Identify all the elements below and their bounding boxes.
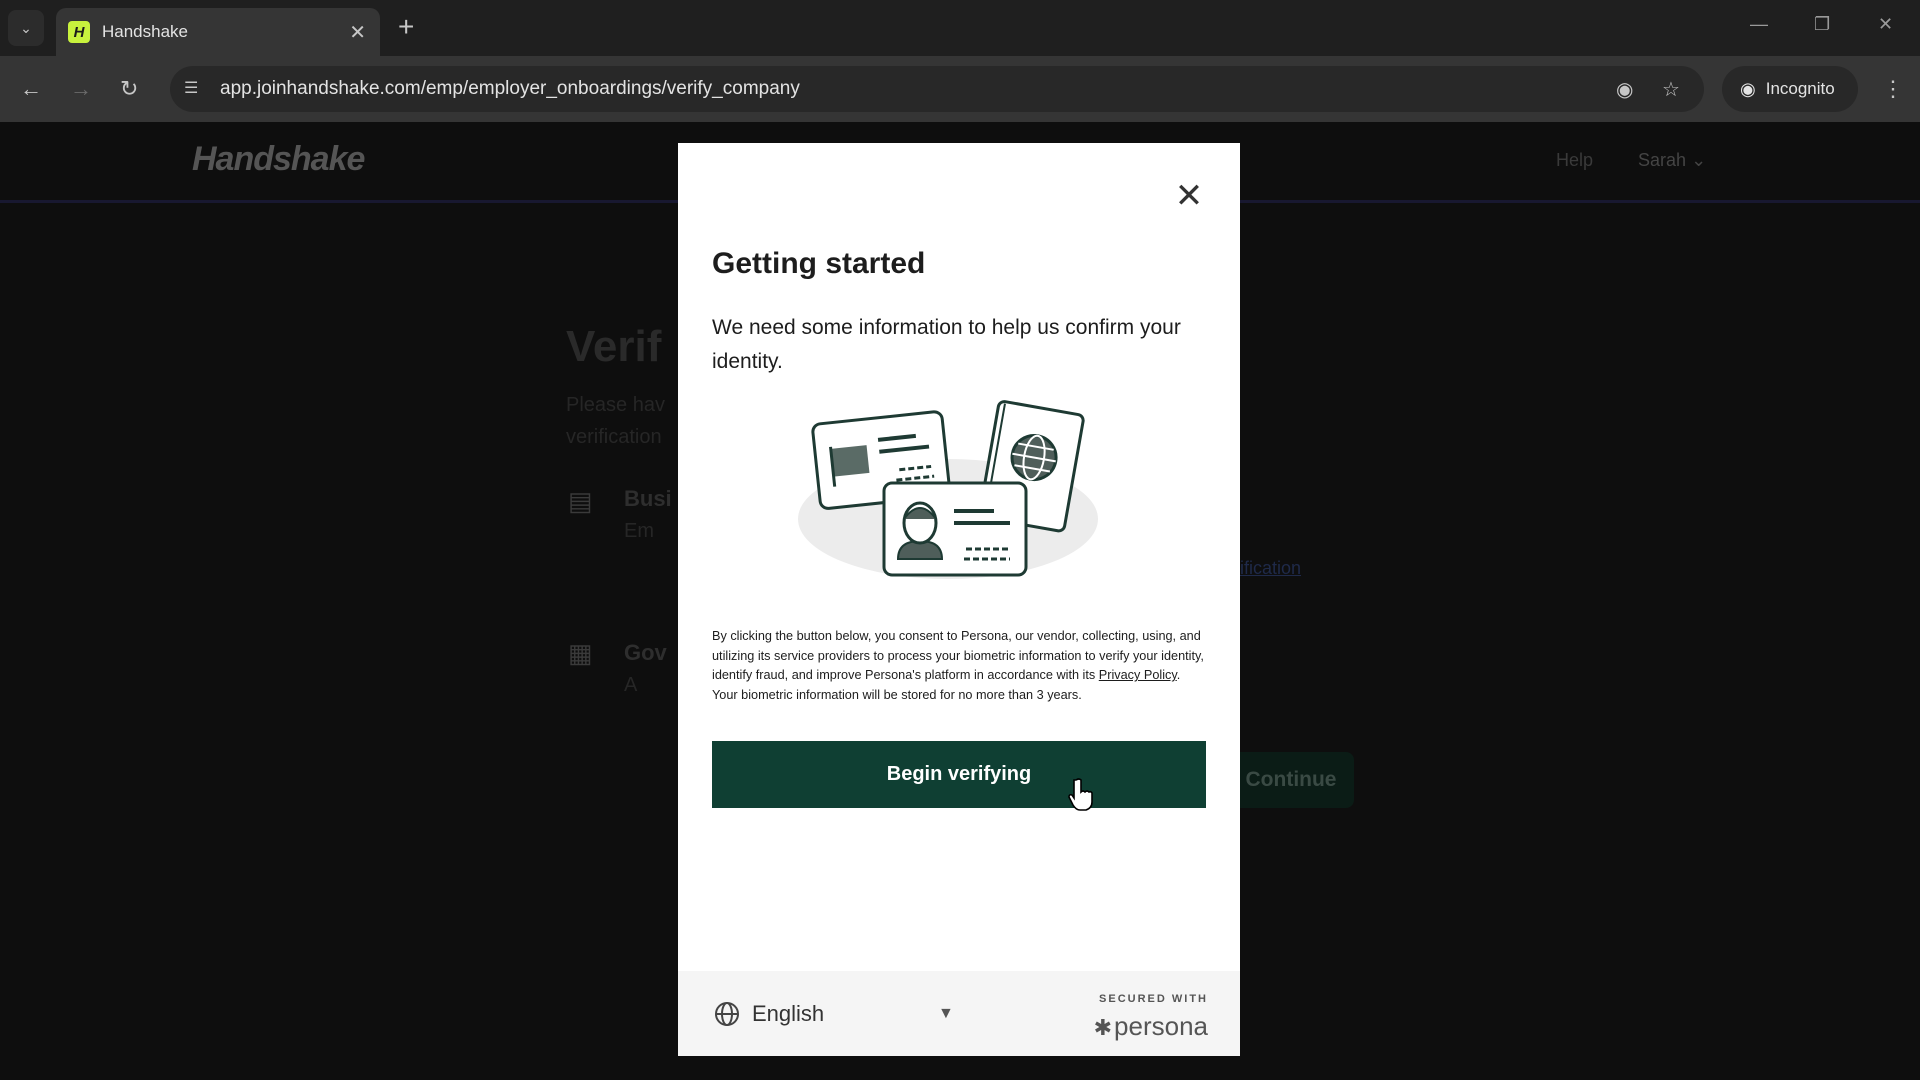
tab-title: Handshake <box>102 22 189 41</box>
language-select[interactable]: English <box>752 1001 824 1027</box>
government-item-sub: A <box>624 674 638 696</box>
asterisk-icon: ✱ <box>1093 1015 1113 1040</box>
hand-cursor-icon <box>1068 778 1093 811</box>
handshake-favicon-icon: H <box>68 21 90 43</box>
persona-logo: ✱persona <box>1094 1011 1208 1042</box>
business-item-title: Busi <box>624 486 672 511</box>
restore-icon[interactable]: ❐ <box>1814 14 1830 35</box>
tab-search-button[interactable]: ⌄ <box>8 10 44 46</box>
user-menu[interactable]: Sarah ⌄ <box>1638 150 1706 171</box>
reload-icon[interactable]: ↻ <box>120 76 138 102</box>
user-name: Sarah <box>1638 150 1687 170</box>
site-info-icon[interactable]: ☰ <box>184 78 198 98</box>
incognito-badge[interactable]: ◉ Incognito <box>1722 66 1858 112</box>
url-text[interactable]: app.joinhandshake.com/emp/employer_onboa… <box>220 78 800 100</box>
eye-slash-icon[interactable]: ◉ <box>1616 77 1633 102</box>
more-options-icon[interactable]: ⋮ <box>1882 76 1904 102</box>
id-badge-icon: ▦ <box>568 638 593 668</box>
modal-title: Getting started <box>712 247 926 280</box>
new-tab-button[interactable]: + <box>398 12 414 42</box>
globe-icon <box>715 1002 739 1026</box>
continue-button[interactable]: Continue <box>1228 752 1354 808</box>
consent-text: By clicking the button below, you consen… <box>712 627 1208 706</box>
tab-close-icon[interactable]: ✕ <box>349 20 366 45</box>
browser-toolbar: ← → ↻ ☰ app.joinhandshake.com/emp/employ… <box>0 56 1920 122</box>
page-subtitle-line2: verification <box>566 426 662 448</box>
business-item-sub: Em <box>624 520 654 542</box>
window-close-icon[interactable]: ✕ <box>1878 14 1893 35</box>
caret-down-icon[interactable]: ▼ <box>938 1005 954 1023</box>
minimize-icon[interactable]: — <box>1750 14 1768 35</box>
close-icon[interactable]: ✕ <box>1174 179 1204 213</box>
chevron-down-icon: ⌄ <box>20 19 32 36</box>
page-heading: Verif <box>566 322 662 371</box>
begin-verifying-button[interactable]: Begin verifying <box>712 741 1206 808</box>
back-arrow-icon[interactable]: ← <box>20 76 42 102</box>
persona-brand: persona <box>1114 1011 1208 1041</box>
star-icon[interactable]: ☆ <box>1662 77 1680 102</box>
chevron-down-icon: ⌄ <box>1691 150 1707 170</box>
modal-subtitle: We need some information to help us conf… <box>712 316 1181 373</box>
verification-link[interactable]: ification <box>1240 558 1301 579</box>
government-item-title: Gov <box>624 640 667 665</box>
browser-tab-bar: ⌄ H Handshake ✕ + — ❐ ✕ <box>0 0 1920 56</box>
address-bar[interactable]: ☰ app.joinhandshake.com/emp/employer_onb… <box>170 66 1704 112</box>
privacy-policy-link[interactable]: Privacy Policy <box>1099 668 1177 682</box>
browser-tab[interactable]: H Handshake ✕ <box>56 8 380 56</box>
incognito-icon: ◉ <box>1740 78 1756 99</box>
verification-modal: ✕ Getting started We need some informati… <box>678 143 1240 1056</box>
secured-with-label: SECURED WITH <box>1099 993 1208 1005</box>
handshake-logo[interactable]: Handshake <box>192 140 365 179</box>
modal-footer: English ▼ SECURED WITH ✱persona <box>678 971 1240 1056</box>
incognito-label: Incognito <box>1765 79 1835 98</box>
building-icon: ▤ <box>568 486 593 516</box>
forward-arrow-icon[interactable]: → <box>70 76 92 102</box>
help-link[interactable]: Help <box>1556 150 1593 171</box>
id-documents-illustration <box>798 400 1098 579</box>
page-subtitle-line1: Please hav <box>566 394 665 416</box>
